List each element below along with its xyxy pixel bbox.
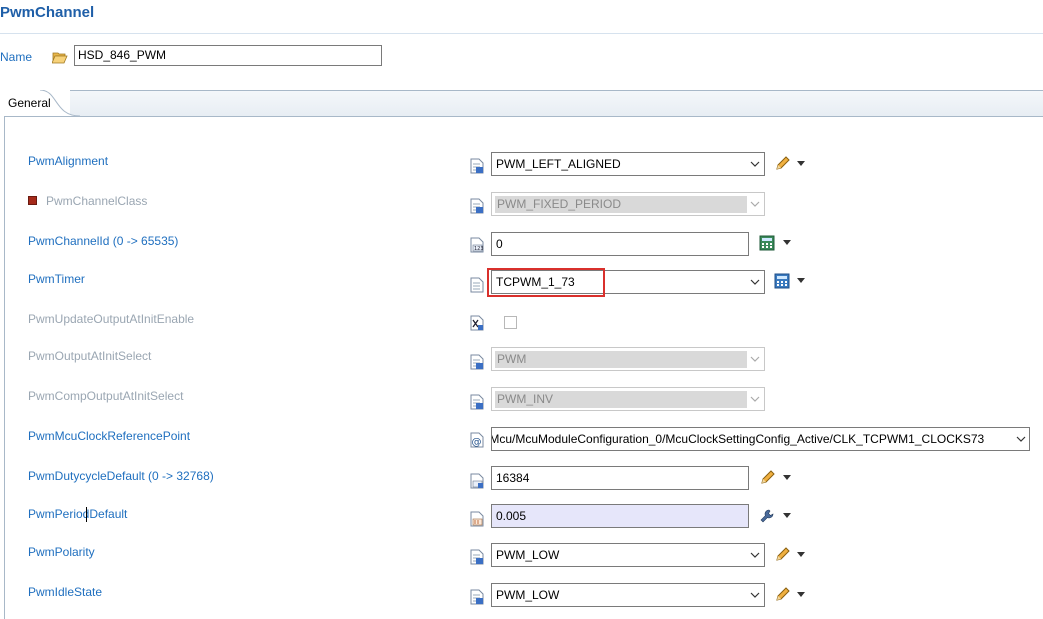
- annotation-highlight-box: [487, 268, 605, 297]
- chevron-down-icon: [750, 201, 760, 207]
- folder-open-icon[interactable]: [52, 50, 68, 64]
- pwm-channel-class-value: PWM_FIXED_PERIOD: [495, 196, 747, 213]
- wrench-icon[interactable]: [759, 508, 775, 524]
- label-pwm-polarity: PwmPolarity: [28, 545, 95, 559]
- pwm-mcu-clock-reference-select[interactable]: /Mcu/McuModuleConfiguration_0/McuClockSe…: [491, 427, 1030, 451]
- svg-text:123: 123: [474, 246, 484, 252]
- chevron-down-icon: [750, 592, 760, 598]
- at-sign-icon: @: [470, 432, 484, 448]
- pwm-update-output-at-init-enable-checkbox: [504, 316, 517, 329]
- chevron-down-icon: [750, 279, 760, 285]
- calculator-icon[interactable]: [759, 235, 775, 251]
- menu-arrow-icon[interactable]: [797, 278, 805, 284]
- pencil-icon[interactable]: [759, 470, 775, 486]
- document-icon: [470, 589, 484, 605]
- label-pwm-comp-output-at-init-select: PwmCompOutputAtInitSelect: [28, 389, 184, 403]
- chevron-down-icon: [750, 396, 760, 402]
- calculator-icon[interactable]: [774, 273, 790, 289]
- pencil-icon[interactable]: [774, 156, 790, 172]
- pencil-icon[interactable]: [774, 587, 790, 603]
- label-pwm-idle-state: PwmIdleState: [28, 585, 103, 599]
- menu-arrow-icon[interactable]: [783, 475, 791, 481]
- document-icon: [470, 277, 484, 293]
- number-document-icon: [470, 473, 484, 489]
- pwm-alignment-value: PWM_LEFT_ALIGNED: [496, 157, 621, 171]
- label-pwm-period-default: PwmPeriodDefault: [28, 507, 128, 521]
- pwm-idle-state-select[interactable]: PWM_LOW: [491, 583, 765, 607]
- text-cursor: [86, 507, 87, 522]
- document-icon: [470, 158, 484, 174]
- chevron-down-icon: [1016, 435, 1026, 443]
- label-pwm-output-at-init-select: PwmOutputAtInitSelect: [28, 349, 152, 363]
- page-title: PwmChannel: [0, 4, 95, 21]
- label-pwm-timer: PwmTimer: [28, 272, 85, 286]
- document-icon: [470, 549, 484, 565]
- pwm-channel-id-value: 0: [496, 237, 503, 251]
- boolean-document-icon: [470, 315, 484, 331]
- label-pwm-mcu-clock-reference-point: PwmMcuClockReferencePoint: [28, 429, 191, 443]
- menu-arrow-icon[interactable]: [783, 513, 791, 519]
- name-input[interactable]: HSD_846_PWM: [74, 45, 382, 66]
- pwm-channel-id-input[interactable]: 0: [491, 232, 749, 256]
- pencil-icon[interactable]: [774, 547, 790, 563]
- pwm-mcu-clock-reference-value: /Mcu/McuModuleConfiguration_0/McuClockSe…: [491, 432, 985, 446]
- pwm-channel-class-select: PWM_FIXED_PERIOD: [491, 192, 765, 216]
- float-document-icon: [470, 511, 484, 527]
- label-pwm-channel-id: PwmChannelId (0 -> 65535): [28, 234, 179, 248]
- pwm-idle-state-value: PWM_LOW: [496, 588, 560, 602]
- menu-arrow-icon[interactable]: [797, 592, 805, 598]
- chevron-down-icon: [750, 552, 760, 558]
- pwm-polarity-value: PWM_LOW: [496, 548, 560, 562]
- pwm-comp-output-at-init-value: PWM_INV: [495, 391, 747, 408]
- pwm-comp-output-at-init-select: PWM_INV: [491, 387, 765, 411]
- pwm-dutycycle-default-input[interactable]: 16384: [491, 466, 749, 490]
- label-pwm-alignment: PwmAlignment: [28, 154, 109, 168]
- document-icon: [470, 198, 484, 214]
- number-document-icon: 123: [470, 237, 484, 253]
- pwm-output-at-init-value: PWM: [495, 351, 747, 368]
- label-pwm-dutycycle-default: PwmDutycycleDefault (0 -> 32768): [28, 469, 214, 483]
- title-divider: [0, 33, 1043, 34]
- svg-text:@: @: [472, 437, 482, 448]
- document-icon: [470, 394, 484, 410]
- pwm-dutycycle-default-value: 16384: [496, 471, 530, 485]
- class-marker-icon: [28, 196, 37, 205]
- pwm-output-at-init-select: PWM: [491, 347, 765, 371]
- pwm-alignment-select[interactable]: PWM_LEFT_ALIGNED: [491, 152, 765, 176]
- pwm-period-default-input[interactable]: 0.005: [491, 504, 749, 528]
- chevron-down-icon: [750, 356, 760, 362]
- menu-arrow-icon[interactable]: [783, 240, 791, 246]
- label-pwm-channel-class: PwmChannelClass: [46, 194, 148, 208]
- tab-strip: [4, 90, 1043, 117]
- tab-general-label: General: [8, 96, 51, 110]
- name-label: Name: [0, 50, 33, 64]
- pwm-period-default-value: 0.005: [496, 509, 527, 523]
- menu-arrow-icon[interactable]: [797, 161, 805, 167]
- label-pwm-update-output-at-init-enable: PwmUpdateOutputAtInitEnable: [28, 312, 195, 326]
- pwm-polarity-select[interactable]: PWM_LOW: [491, 543, 765, 567]
- chevron-down-icon: [750, 161, 760, 167]
- menu-arrow-icon[interactable]: [797, 552, 805, 558]
- document-icon: [470, 354, 484, 370]
